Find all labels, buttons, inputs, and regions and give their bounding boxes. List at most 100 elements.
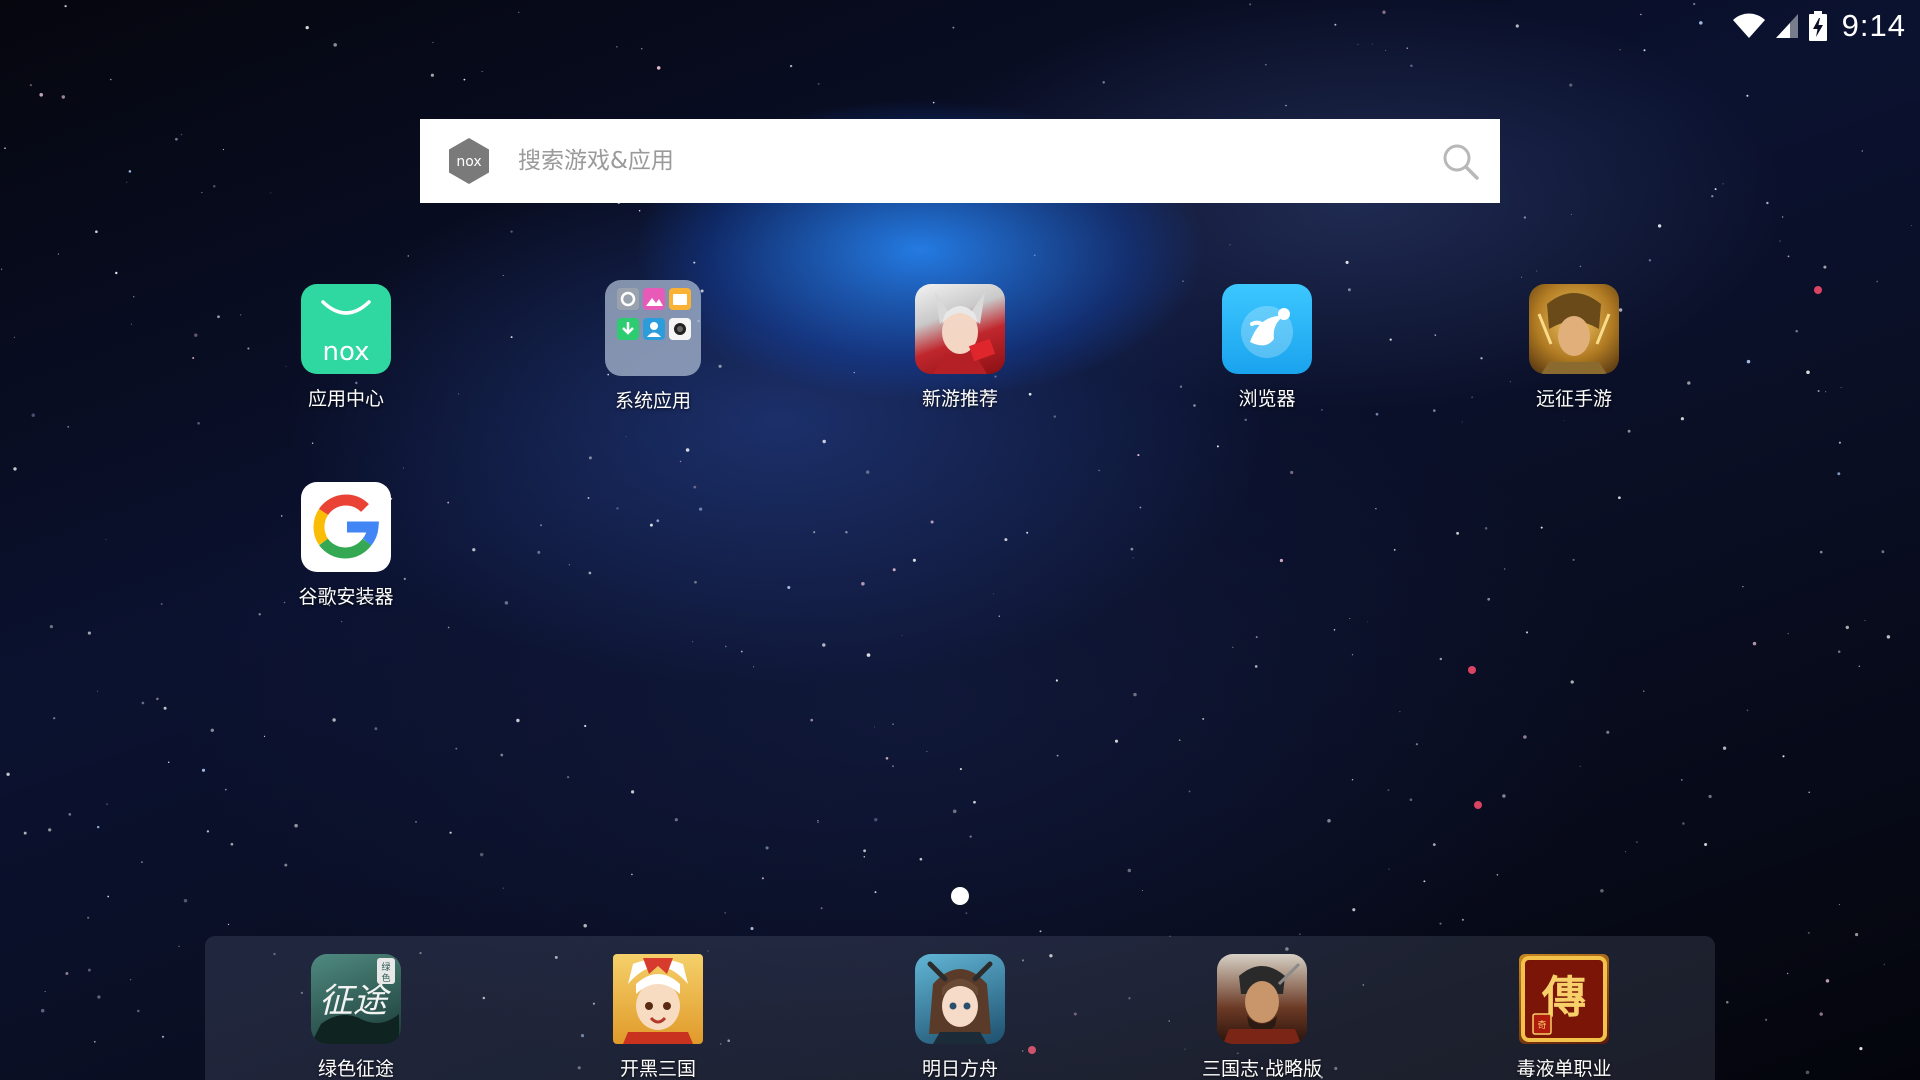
star: [1333, 629, 1336, 631]
star: [1619, 49, 1621, 51]
star: [197, 422, 200, 425]
dock-item-lvse-zhengtu[interactable]: 征途 绿 色 绿色征途: [256, 954, 456, 1080]
star: [1525, 631, 1529, 634]
star: [679, 460, 682, 463]
star: [1570, 214, 1572, 215]
star: [1625, 851, 1627, 853]
star: [192, 356, 195, 360]
star: [97, 690, 98, 692]
app-item-browser[interactable]: 浏览器: [1167, 284, 1367, 411]
star: [13, 467, 17, 471]
star: [472, 548, 476, 552]
search-input[interactable]: [516, 147, 1440, 175]
dock-item-kaihei-sanguo[interactable]: 开黑三国: [558, 954, 758, 1080]
star: [1876, 280, 1879, 283]
star: [96, 825, 100, 829]
star: [294, 823, 298, 828]
star: [587, 497, 590, 499]
star: [1055, 679, 1058, 682]
star: [892, 723, 894, 725]
star: [194, 333, 198, 337]
star: [1765, 1018, 1768, 1021]
star: [1484, 527, 1488, 530]
star: [901, 634, 903, 636]
star: [1657, 224, 1662, 228]
star: [1523, 735, 1527, 739]
star: [402, 467, 405, 469]
star: [1202, 717, 1205, 720]
star: [502, 274, 504, 277]
star: [656, 519, 660, 523]
app-item-system-apps[interactable]: 系统应用: [553, 280, 753, 413]
star: [1249, 3, 1252, 6]
star: [822, 643, 826, 647]
star: [817, 82, 820, 85]
star: [1521, 276, 1523, 278]
star: [97, 995, 101, 999]
star: [183, 898, 188, 903]
star: [1606, 730, 1610, 734]
app-item-app-center[interactable]: nox 应用中心: [246, 284, 446, 411]
star: [1795, 329, 1798, 333]
star: [1640, 13, 1642, 16]
app-item-new-game-recommend[interactable]: 新游推荐: [860, 284, 1060, 411]
star: [810, 718, 813, 722]
star: [588, 456, 592, 460]
app-label: 远征手游: [1535, 388, 1612, 410]
app-label: 浏览器: [1238, 388, 1296, 410]
star: [537, 550, 541, 554]
star: [1680, 417, 1684, 421]
star: [1579, 265, 1582, 268]
star: [430, 73, 434, 77]
star: [789, 64, 793, 68]
system-apps-folder-icon: [605, 280, 701, 376]
google-installer-icon: [301, 482, 391, 572]
star: [407, 255, 410, 257]
star: [616, 507, 619, 510]
star: [1643, 690, 1645, 692]
star: [740, 650, 743, 653]
star: [447, 501, 450, 504]
search-icon[interactable]: [1440, 141, 1480, 181]
star: [1837, 472, 1841, 476]
wifi-icon: [1732, 13, 1765, 38]
star: [761, 877, 764, 880]
star: [1004, 538, 1008, 542]
search-bar[interactable]: nox: [420, 119, 1500, 203]
page-indicator-dot[interactable]: [951, 887, 969, 905]
clock-time: 9:14: [1841, 8, 1906, 43]
star: [95, 230, 98, 234]
star: [1285, 104, 1287, 107]
star: [1523, 216, 1527, 219]
star: [630, 790, 635, 794]
star: [224, 788, 227, 791]
lvse-zhengtu-game-icon: 征途 绿 色: [311, 954, 401, 1044]
dock-item-arknights[interactable]: 明日方舟: [860, 954, 1060, 1080]
star: [1881, 550, 1885, 554]
star: [1699, 21, 1703, 25]
star: [516, 718, 520, 723]
star: [820, 907, 823, 910]
star: [1132, 557, 1134, 559]
dock-item-sanguozhi[interactable]: 三国志·战略版: [1162, 954, 1362, 1080]
app-item-yuanzheng[interactable]: 远征手游: [1474, 284, 1674, 411]
star: [1182, 280, 1184, 282]
star: [1861, 150, 1863, 152]
star: [930, 520, 934, 524]
star: [1053, 415, 1057, 418]
star: [1781, 216, 1784, 218]
status-bar: 9:14: [1732, 0, 1920, 52]
duye-danzhiye-game-icon: 傳 奇: [1519, 954, 1609, 1044]
star: [1406, 47, 1408, 49]
star: [1393, 549, 1396, 551]
app-item-google-installer[interactable]: 谷歌安装器: [246, 482, 446, 609]
svg-text:奇: 奇: [1537, 1019, 1546, 1031]
star: [1496, 874, 1499, 876]
dock-item-duye-danzhiye[interactable]: 傳 奇 毒液单职业: [1464, 954, 1664, 1080]
new-game-recommend-icon: [915, 284, 1005, 374]
star: [765, 846, 769, 850]
star: [48, 828, 52, 832]
star: [1627, 429, 1631, 433]
star: [1504, 568, 1506, 570]
star: [130, 323, 133, 325]
